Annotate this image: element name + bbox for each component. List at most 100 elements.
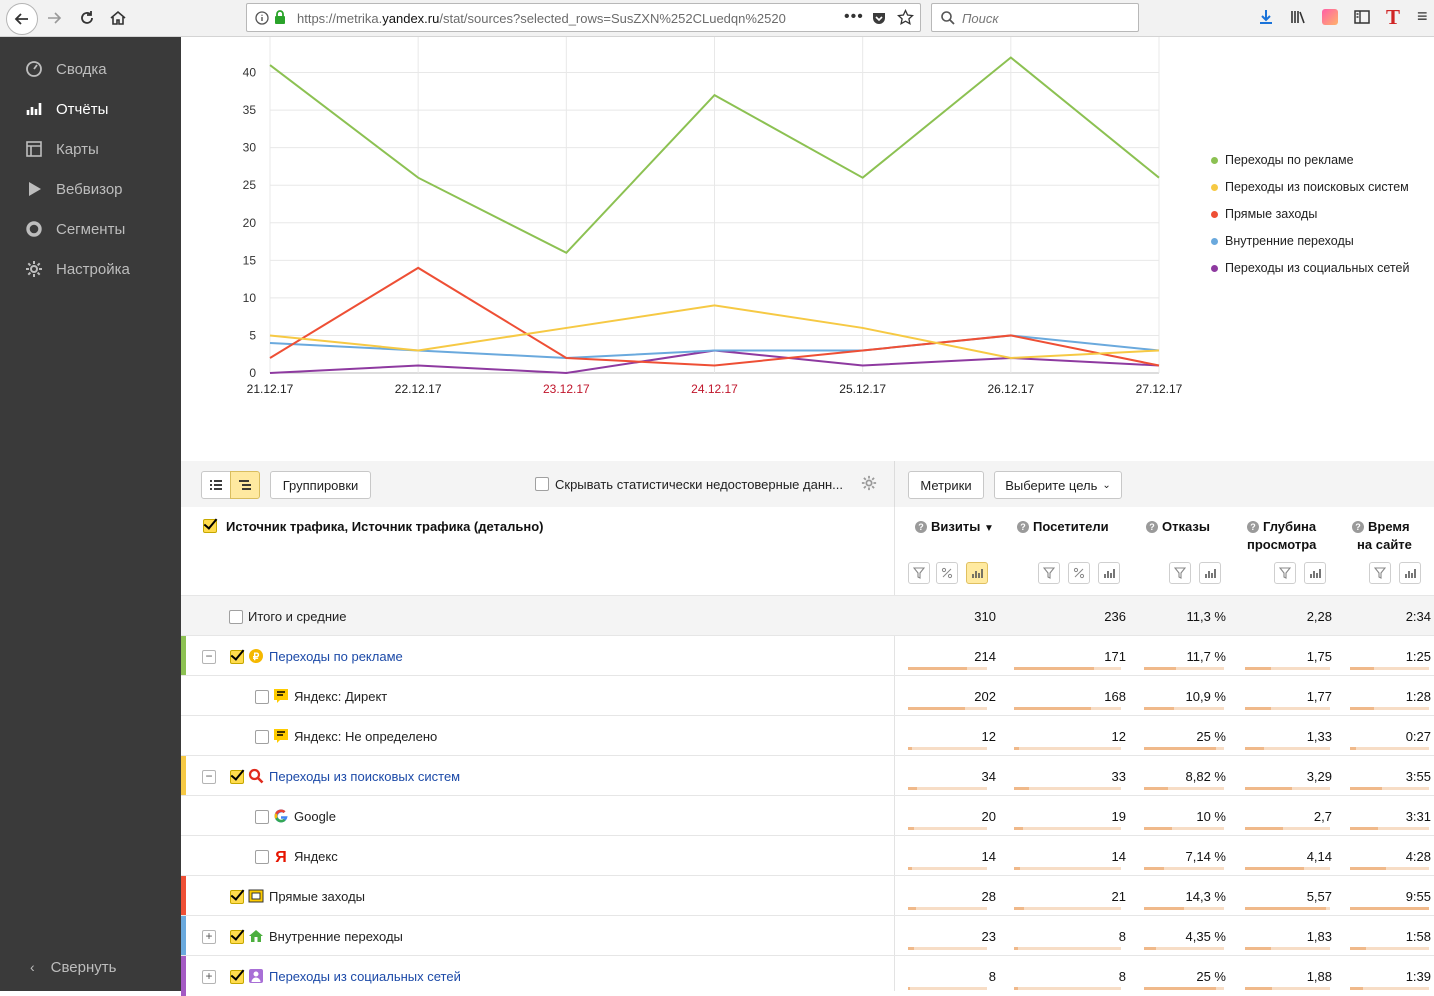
filter-icon[interactable] <box>1274 562 1296 584</box>
download-icon[interactable] <box>1257 8 1275 26</box>
table-row[interactable]: Google 20 19 10 % 2,7 3:31 <box>181 795 1434 835</box>
row-checkbox[interactable] <box>255 730 269 744</box>
gear-icon[interactable] <box>861 475 877 491</box>
library-icon[interactable] <box>1289 8 1307 26</box>
collapse-button[interactable]: − <box>202 650 216 664</box>
percent-icon[interactable] <box>936 562 958 584</box>
column-chart-icon[interactable] <box>1098 562 1120 584</box>
home-icon <box>110 10 126 25</box>
row-checkbox[interactable] <box>230 890 244 904</box>
reload-button[interactable] <box>73 4 101 32</box>
expand-button[interactable]: + <box>202 930 216 944</box>
sidebar-item-summary[interactable]: Сводка <box>0 51 181 87</box>
metric-bar <box>1014 707 1121 710</box>
metrics-button[interactable]: Метрики <box>908 471 984 499</box>
column-header-visits[interactable]: ? Визиты ▼ <box>915 518 1005 538</box>
filter-icon[interactable] <box>1369 562 1391 584</box>
metric-bar <box>908 707 987 710</box>
table-row[interactable]: − Переходы из поисковых систем 34 33 8,82 % 3… <box>181 755 1434 796</box>
groupings-button[interactable]: Группировки <box>270 471 371 499</box>
collapse-button[interactable]: − <box>202 770 216 784</box>
row-checkbox[interactable] <box>255 690 269 704</box>
goal-select[interactable]: Выберите цель ⌄ <box>994 471 1122 499</box>
expand-button[interactable]: + <box>202 970 216 984</box>
table-row[interactable]: Яндекс: Не определено 12 12 25 % 1,33 0:27 <box>181 715 1434 755</box>
help-icon[interactable]: ? <box>1247 521 1259 533</box>
table-row[interactable]: Яндекс: Директ 202 168 10,9 % 1,77 1:28 <box>181 675 1434 715</box>
table-row[interactable]: − ₽ Переходы по рекламе 214 171 11,7 % 1,75 1:2… <box>181 635 1434 676</box>
search-input[interactable] <box>962 9 1132 27</box>
help-icon[interactable]: ? <box>1146 521 1158 533</box>
column-header-bounces[interactable]: ? Отказы <box>1146 518 1236 536</box>
collapse-sidebar-button[interactable]: ‹ Свернуть <box>0 949 181 985</box>
filter-icon[interactable] <box>1169 562 1191 584</box>
row-label[interactable]: Переходы из социальных сетей <box>269 969 461 984</box>
percent-icon[interactable] <box>1068 562 1090 584</box>
hide-unreliable-checkbox[interactable] <box>535 477 549 491</box>
row-label[interactable]: Переходы по рекламе <box>269 649 403 664</box>
sidebar-item-settings[interactable]: Настройка <box>0 251 181 287</box>
help-icon[interactable]: ? <box>1017 521 1029 533</box>
sidebar-item-segments[interactable]: Сегменты <box>0 211 181 247</box>
home-button[interactable] <box>104 4 132 32</box>
help-icon[interactable]: ? <box>1352 521 1364 533</box>
metric-bar-fill <box>1014 947 1018 950</box>
dimension-select-all-checkbox[interactable] <box>203 519 217 533</box>
table-row[interactable]: + Переходы из социальных сетей 8 8 25 % 1,88 1… <box>181 955 1434 996</box>
column-chart-icon[interactable] <box>1399 562 1421 584</box>
table-row[interactable]: + Внутренние переходы 23 8 4,35 % 1,83 1:58 <box>181 915 1434 956</box>
url-text[interactable]: https://metrika.yandex.ru/stat/sources?s… <box>297 11 807 26</box>
legend-label: Переходы из социальных сетей <box>1225 261 1410 275</box>
row-label[interactable]: Переходы из поисковых систем <box>269 769 460 784</box>
legend-item[interactable]: Прямые заходы <box>1211 207 1317 221</box>
table-row[interactable]: Прямые заходы 28 21 14,3 % 5,57 9:55 <box>181 875 1434 916</box>
metric-value: 3:31 <box>1405 809 1431 824</box>
row-checkbox[interactable] <box>230 970 244 984</box>
row-checkbox[interactable] <box>230 650 244 664</box>
info-icon[interactable] <box>255 11 269 25</box>
sidebar-toggle-icon[interactable] <box>1353 8 1371 26</box>
table-row[interactable]: Я Яндекс 14 14 7,14 % 4,14 4:28 <box>181 835 1434 875</box>
extension-icon[interactable] <box>1322 9 1338 25</box>
dimension-header[interactable]: Источник трафика, Источник трафика (дета… <box>226 518 544 536</box>
tree-view-button[interactable] <box>230 471 260 499</box>
pocket-icon[interactable] <box>871 10 887 26</box>
row-checkbox[interactable] <box>230 770 244 784</box>
filter-icon[interactable] <box>908 562 930 584</box>
column-header-depth[interactable]: ? Глубина просмотра <box>1247 518 1337 554</box>
row-checkbox[interactable] <box>230 930 244 944</box>
sidebar-item-webvisor[interactable]: Вебвизор <box>0 171 181 207</box>
metric-bar-fill <box>1144 907 1184 910</box>
column-header-visitors[interactable]: ? Посетители <box>1017 518 1127 536</box>
legend-item[interactable]: Переходы из поисковых систем <box>1211 180 1409 194</box>
forward-button[interactable] <box>40 4 68 32</box>
metric-value: 23 <box>981 929 996 944</box>
translate-extension-icon[interactable]: T <box>1386 5 1400 30</box>
row-checkbox[interactable] <box>255 810 269 824</box>
column-chart-icon[interactable] <box>1304 562 1326 584</box>
row-checkbox[interactable] <box>255 850 269 864</box>
filter-icon[interactable] <box>1038 562 1060 584</box>
metric-value: 3,29 <box>1306 769 1332 784</box>
metric-bar-fill <box>908 867 912 870</box>
url-bar[interactable]: https://metrika.yandex.ru/stat/sources?s… <box>246 3 921 32</box>
legend-item[interactable]: Переходы по рекламе <box>1211 153 1354 167</box>
bookmark-star-icon[interactable] <box>897 9 914 26</box>
search-bar[interactable] <box>931 3 1139 32</box>
metric-bar-fill <box>1350 947 1366 950</box>
legend-item[interactable]: Внутренние переходы <box>1211 234 1354 248</box>
menu-icon[interactable]: ≡ <box>1417 6 1428 27</box>
back-button[interactable] <box>6 3 38 35</box>
column-chart-icon[interactable] <box>966 562 988 584</box>
flat-view-button[interactable] <box>201 471 231 499</box>
column-chart-icon[interactable] <box>1199 562 1221 584</box>
y-tick-label: 35 <box>243 103 257 117</box>
sidebar-item-maps[interactable]: Карты <box>0 131 181 167</box>
more-actions-icon[interactable]: ••• <box>844 8 864 26</box>
help-icon[interactable]: ? <box>915 521 927 533</box>
row-checkbox[interactable] <box>229 610 243 624</box>
legend-item[interactable]: Переходы из социальных сетей <box>1211 261 1409 275</box>
column-header-time[interactable]: ? Время на сайте <box>1352 518 1432 554</box>
sidebar-item-reports[interactable]: Отчёты <box>0 91 181 127</box>
metric-bar-fill <box>1245 707 1271 710</box>
